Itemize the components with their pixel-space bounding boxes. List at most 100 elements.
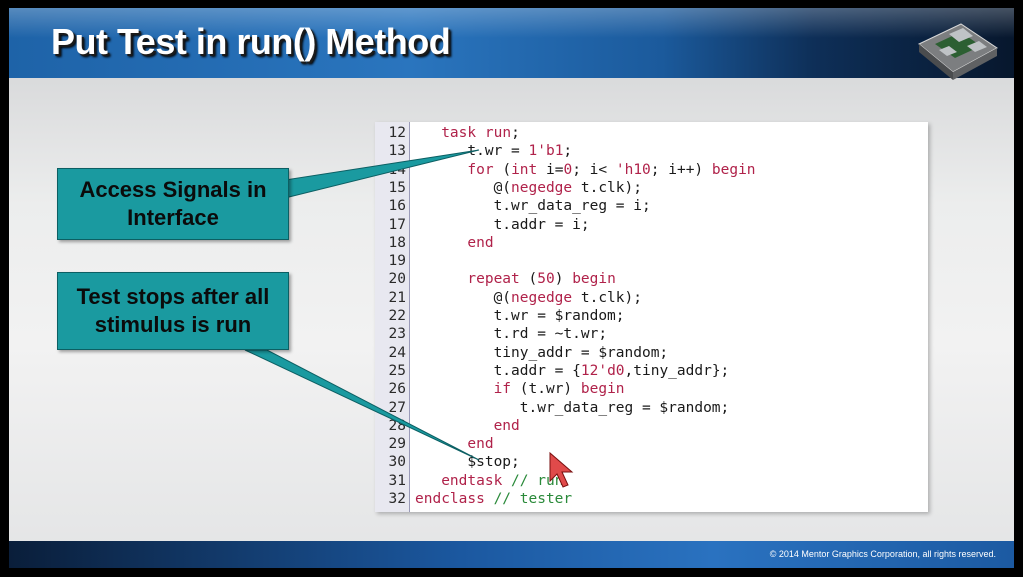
- callout-test-stops-text: Test stops after all stimulus is run: [76, 284, 270, 337]
- callout-access-signals-text: Access Signals in Interface: [79, 177, 267, 230]
- code-token: (: [519, 271, 538, 288]
- title-bar: Put Test in run() Method: [9, 8, 1014, 78]
- code-line: t.wr_data_reg = i;: [415, 198, 651, 214]
- code-token: end: [467, 234, 494, 251]
- line-number: 20: [388, 271, 406, 288]
- code-token: 1'b1: [528, 143, 564, 160]
- code-token: t.clk);: [572, 179, 642, 196]
- code-line: if (t.wr) begin: [415, 381, 625, 397]
- code-line: task run;: [415, 125, 520, 141]
- code-token: endtask: [441, 472, 503, 489]
- line-number: 23: [388, 326, 406, 343]
- code-token: t.wr_data_reg = $random;: [415, 399, 730, 416]
- code-line: @(negedge t.clk);: [415, 290, 642, 306]
- code-token: end: [493, 417, 520, 434]
- code-line: t.addr = {12'd0,tiny_addr};: [415, 362, 730, 379]
- code-token: ,tiny_addr};: [624, 362, 730, 379]
- code-token: t.addr = i;: [415, 216, 590, 233]
- line-number: 14: [388, 161, 406, 178]
- line-number: 32: [388, 491, 406, 507]
- code-token: t.rd = ~t.wr;: [415, 326, 608, 343]
- code-token: ): [554, 271, 573, 288]
- code-token: $stop;: [415, 454, 520, 471]
- line-number: 13: [388, 143, 406, 160]
- code-line: end: [415, 436, 494, 453]
- slide: Put Test in run() Method 12 13 14 15 16 17 18 1…: [9, 8, 1014, 568]
- code-token: if: [493, 381, 512, 398]
- code-line: for (int i=0; i< 'h10; i++) begin: [415, 161, 756, 178]
- copyright-notice: © 2014 Mentor Graphics Corporation, all …: [769, 549, 996, 559]
- code-line: repeat (50) begin: [415, 271, 616, 288]
- code-line: t.wr = 1'b1;: [415, 143, 572, 159]
- line-number: 12: [388, 125, 406, 141]
- code-token: begin: [711, 161, 756, 178]
- code-token: @(: [415, 289, 512, 306]
- code-token: ;: [511, 125, 520, 141]
- code-token: @(: [415, 179, 512, 196]
- code-token: 12'd0: [580, 362, 625, 379]
- code-token: repeat: [467, 271, 520, 288]
- callout-test-stops: Test stops after all stimulus is run: [57, 272, 289, 350]
- code-token: t.wr_data_reg = i;: [415, 198, 651, 215]
- code-token: t.clk);: [572, 289, 642, 306]
- line-number: 22: [388, 308, 406, 324]
- line-number: 31: [388, 472, 406, 489]
- code-token: tiny_addr = $random;: [415, 344, 669, 361]
- code-token: negedge: [511, 179, 573, 196]
- line-number: 17: [388, 216, 406, 233]
- line-number: 30: [388, 454, 406, 471]
- line-number: 29: [388, 436, 406, 453]
- code-line: t.addr = i;: [415, 217, 590, 233]
- code-token: ; i<: [572, 161, 616, 178]
- code-token: endclass: [415, 491, 485, 507]
- code-token: 0: [563, 161, 573, 178]
- code-token: run: [484, 125, 512, 141]
- slide-title: Put Test in run() Method: [51, 21, 451, 62]
- code-token: i=: [537, 161, 564, 178]
- code-token: int: [511, 161, 538, 178]
- code-line: endclass // tester: [415, 491, 572, 507]
- code-token: for: [467, 161, 494, 178]
- code-token: t.addr = {: [415, 362, 581, 379]
- line-number: 28: [388, 417, 406, 434]
- code-token: // run: [511, 472, 564, 489]
- code-token: 'h10: [615, 161, 651, 178]
- line-number: 16: [388, 198, 406, 215]
- code-line: endtask // run: [415, 473, 563, 489]
- line-number: 15: [388, 179, 406, 196]
- code-line: t.wr = $random;: [415, 308, 625, 324]
- code-token: begin: [572, 271, 616, 288]
- callout-access-signals: Access Signals in Interface: [57, 168, 289, 240]
- code-token: (: [493, 161, 512, 178]
- code-token: t.wr =: [415, 143, 529, 160]
- code-token: 50: [537, 271, 555, 288]
- code-line: t.rd = ~t.wr;: [415, 326, 608, 343]
- code-line: end: [415, 234, 494, 251]
- code-line: $stop;: [415, 454, 520, 471]
- code-token: end: [467, 436, 494, 453]
- line-number: 18: [388, 234, 406, 251]
- line-number: 19: [388, 253, 406, 270]
- line-number: 27: [388, 399, 406, 416]
- code-listing: 12 13 14 15 16 17 18 19 20 21 22 23 24 25 26 27 28 29 30 31…: [375, 122, 928, 512]
- code-token: t.wr = $random;: [415, 308, 625, 324]
- code-token: ;: [563, 143, 573, 160]
- code-token: // tester: [493, 491, 573, 507]
- code-token: (t.wr): [511, 381, 581, 398]
- code-line: t.wr_data_reg = $random;: [415, 399, 730, 416]
- code-line: end: [415, 418, 520, 434]
- footer-bar: © 2014 Mentor Graphics Corporation, all …: [9, 541, 1014, 568]
- code-line: @(negedge t.clk);: [415, 180, 642, 196]
- chip-logo-icon: [918, 23, 998, 80]
- code-token: ; i++): [650, 161, 712, 178]
- code-token: task: [441, 125, 477, 141]
- line-number: 24: [388, 344, 406, 361]
